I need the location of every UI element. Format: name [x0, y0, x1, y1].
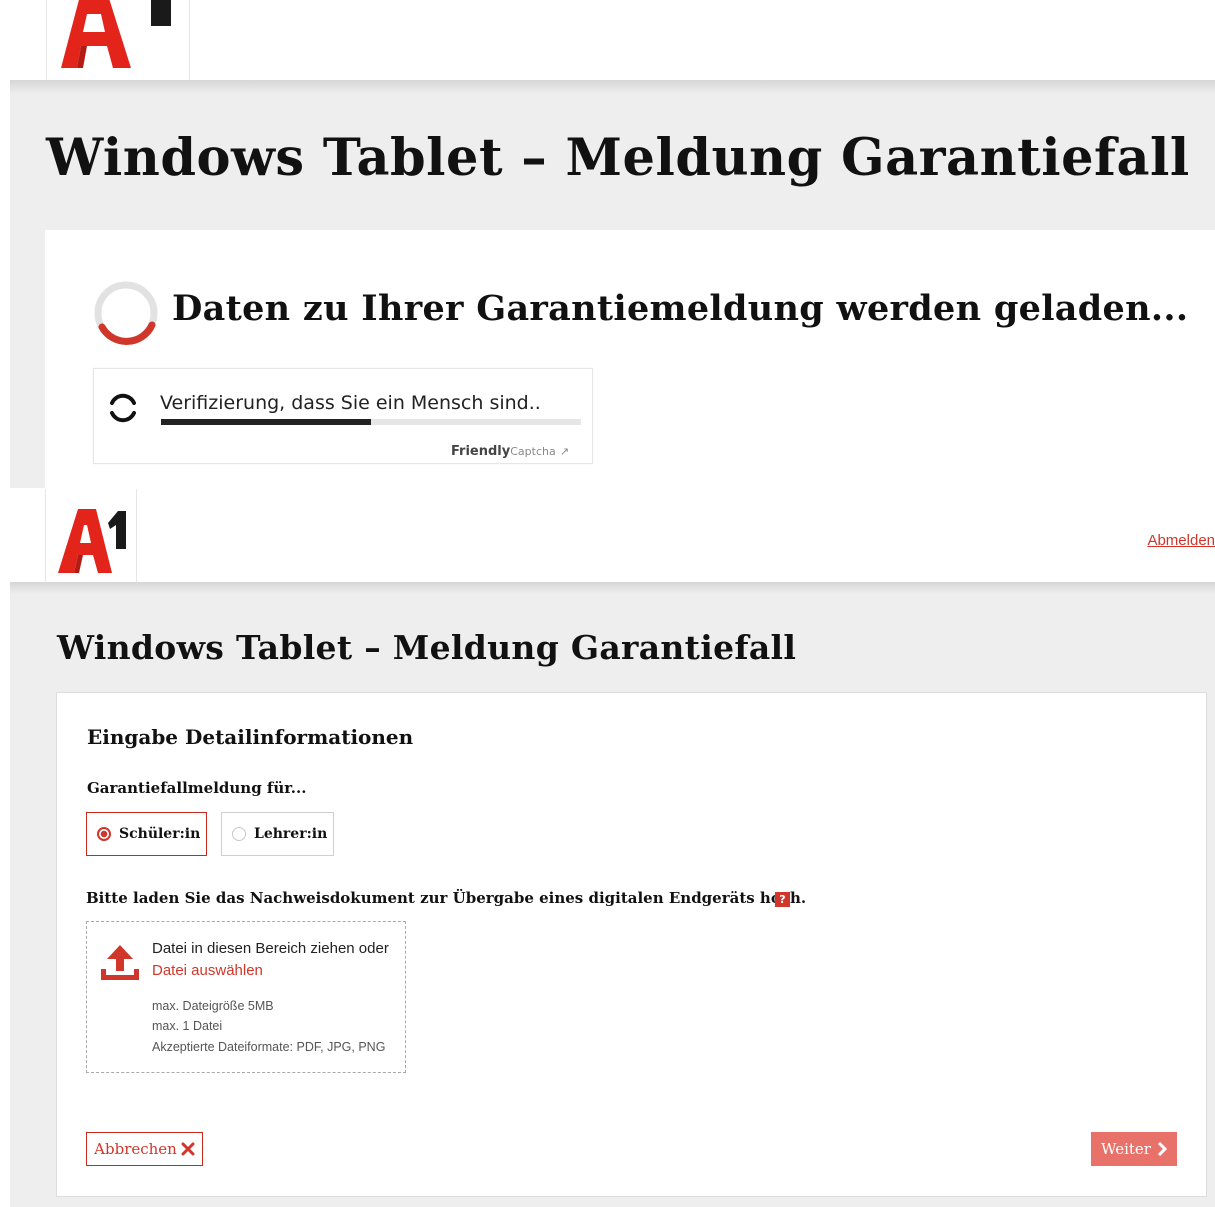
external-link-icon: ↗ — [559, 445, 570, 458]
top-logo — [46, 0, 190, 82]
hint-max-size: max. Dateigröße 5MB — [152, 999, 274, 1013]
site-header — [0, 489, 1215, 582]
radio-option-student[interactable]: Schüler:in — [86, 812, 207, 856]
help-icon[interactable]: ? — [775, 892, 790, 907]
dropzone-text: Datei in diesen Bereich ziehen oder — [152, 940, 389, 957]
captcha-spinner-icon — [105, 390, 141, 430]
page-title: Windows Tablet – Meldung Garantiefall — [46, 128, 1190, 188]
header-shadow — [10, 582, 1215, 594]
captcha-status-text: Verifizierung, dass Sie ein Mensch sind.… — [160, 392, 541, 414]
captcha-brand-rest: Captcha — [510, 445, 556, 458]
captcha-progress-bar — [161, 419, 581, 425]
top-header-shadow — [10, 80, 1215, 94]
upload-icon — [101, 943, 139, 987]
captcha-brand-link[interactable]: FriendlyCaptcha ↗ — [451, 444, 569, 459]
cancel-label: Abbrechen — [94, 1140, 177, 1158]
loading-spinner-icon — [92, 279, 160, 351]
hint-file-formats: Akzeptierte Dateiformate: PDF, JPG, PNG — [152, 1040, 386, 1054]
radio-label-student: Schüler:in — [119, 826, 201, 842]
captcha-brand-bold: Friendly — [451, 444, 511, 459]
a1-logo-icon — [58, 509, 126, 573]
radio-option-teacher[interactable]: Lehrer:in — [221, 812, 334, 856]
next-button[interactable]: Weiter — [1091, 1132, 1177, 1166]
hint-max-files: max. 1 Datei — [152, 1019, 223, 1033]
choose-file-link[interactable]: Datei auswählen — [152, 962, 263, 979]
a1-logo-icon — [61, 0, 171, 68]
radio-label-teacher: Lehrer:in — [254, 826, 328, 842]
radio-unselected-icon — [232, 827, 246, 841]
header-logo[interactable] — [45, 489, 137, 582]
upload-label: Bitte laden Sie das Nachweisdokument zur… — [86, 889, 807, 907]
section-heading: Eingabe Detailinformationen — [87, 725, 414, 749]
chevron-right-icon — [1157, 1142, 1167, 1156]
radio-selected-icon — [97, 827, 111, 841]
next-label: Weiter — [1101, 1140, 1151, 1158]
for-label: Garantiefallmeldung für... — [87, 779, 307, 797]
captcha-progress-fill — [161, 419, 371, 425]
logout-link[interactable]: Abmelden — [1147, 532, 1215, 549]
loading-message: Daten zu Ihrer Garantiemeldung werden ge… — [172, 288, 1189, 329]
page-title: Windows Tablet – Meldung Garantiefall — [57, 628, 797, 667]
close-icon — [181, 1142, 195, 1156]
cancel-button[interactable]: Abbrechen — [86, 1132, 203, 1166]
